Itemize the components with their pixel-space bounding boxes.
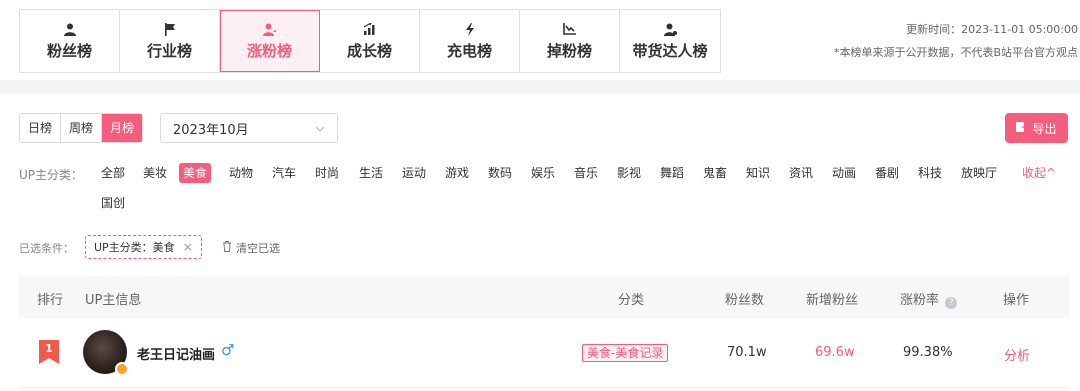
close-icon[interactable]: × [183, 240, 193, 254]
user-icon [62, 21, 78, 37]
tab-label: 行业榜 [146, 42, 192, 60]
header-fan-rate: 涨粉率 ? [900, 289, 958, 309]
selected-filter-chip: UP主分类：美食 × [85, 235, 202, 259]
tab-label: 充电榜 [446, 42, 492, 60]
period-daily-button[interactable]: 日榜 [20, 114, 62, 142]
category-life[interactable]: 生活 [355, 163, 387, 183]
up-name[interactable]: 老王日记油画 [137, 344, 215, 363]
category-all[interactable]: 全部 [97, 163, 129, 183]
tab-sales-talent[interactable]: 带货达人榜 [620, 10, 720, 72]
table-row: 1 老王日记油画 ♂ 美食-美食记录 70.1w 69.6w 99.38% 分析 [19, 318, 1069, 388]
category-film[interactable]: 影视 [613, 163, 645, 183]
header-rank: 排行 [37, 293, 64, 308]
chart-down-icon [562, 21, 578, 37]
tab-fan-loss[interactable]: 掉粉榜 [520, 10, 620, 72]
section-divider [0, 80, 1080, 94]
tab-label: 粉丝榜 [46, 42, 92, 60]
category-beauty[interactable]: 美妆 [139, 163, 171, 183]
category-dance[interactable]: 舞蹈 [656, 163, 688, 183]
category-fashion[interactable]: 时尚 [311, 163, 343, 183]
new-fans-count: 69.6w [815, 345, 855, 360]
month-value: 2023年10月 [173, 122, 249, 138]
collapse-categories-button[interactable]: 收起^ [1022, 163, 1056, 183]
category-music[interactable]: 音乐 [570, 163, 602, 183]
period-selector: 日榜 周榜 月榜 [19, 113, 144, 143]
category-kichiku[interactable]: 鬼畜 [699, 163, 731, 183]
category-label: UP主分类： [19, 168, 84, 182]
male-icon: ♂ [221, 341, 235, 359]
rank-number: 1 [45, 342, 53, 355]
tab-fan-gain[interactable]: 涨粉榜 [220, 10, 320, 72]
analyze-link[interactable]: 分析 [1004, 345, 1030, 364]
category-tag: 美食-美食记录 [582, 344, 669, 362]
tab-label: 掉粉榜 [546, 42, 592, 60]
tab-label: 涨粉榜 [246, 42, 292, 60]
ranking-tabs: 粉丝榜 行业榜 涨粉榜 成长榜 充电榜 掉粉榜 带货达人榜 [19, 9, 721, 73]
selected-conditions-label: 已选条件： [19, 242, 74, 255]
header-up-info: UP主信息 [85, 293, 142, 308]
header-fan-rate-label: 涨粉率 [900, 293, 940, 308]
category-digital[interactable]: 数码 [484, 163, 516, 183]
category-animals[interactable]: 动物 [225, 163, 257, 183]
table-header: 排行 UP主信息 分类 粉丝数 新增粉丝 涨粉率 ? 操作 [19, 276, 1069, 318]
user-up-icon [262, 21, 278, 37]
tab-growth[interactable]: 成长榜 [320, 10, 420, 72]
avatar[interactable] [83, 330, 129, 376]
tab-industry[interactable]: 行业榜 [120, 10, 220, 72]
category-cinema[interactable]: 放映厅 [957, 163, 1001, 183]
chevron-down-icon [315, 121, 325, 136]
period-monthly-button[interactable]: 月榜 [102, 114, 143, 142]
category-animation[interactable]: 动画 [828, 163, 860, 183]
lightning-icon [462, 21, 478, 37]
user-star-icon [662, 21, 678, 37]
tab-label: 带货达人榜 [632, 42, 708, 60]
category-entertainment[interactable]: 娱乐 [527, 163, 559, 183]
tab-charge[interactable]: 充电榜 [420, 10, 520, 72]
verified-badge-icon [115, 362, 129, 376]
update-time: 更新时间：2023-11-01 05:00:00 [906, 23, 1078, 36]
rank-badge-icon: 1 [39, 340, 59, 368]
fans-count: 70.1w [727, 345, 767, 360]
data-notice: *本榜单来源于公开数据，不代表B站平台官方观点 [833, 46, 1078, 59]
export-icon [1016, 121, 1029, 135]
header-action: 操作 [1003, 293, 1030, 308]
tab-label: 成长榜 [346, 42, 392, 60]
trash-icon [222, 241, 232, 255]
category-guochuang[interactable]: 国创 [97, 193, 129, 213]
tab-fans[interactable]: 粉丝榜 [20, 10, 120, 72]
growth-bars-icon [362, 21, 378, 37]
category-games[interactable]: 游戏 [441, 163, 473, 183]
header-category: 分类 [618, 293, 645, 308]
header-new-fans: 新增粉丝 [806, 293, 859, 308]
category-news[interactable]: 资讯 [785, 163, 817, 183]
fan-rate: 99.38% [903, 345, 953, 360]
chip-label: UP主分类：美食 [94, 241, 175, 254]
period-weekly-button[interactable]: 周榜 [61, 114, 103, 142]
clear-label: 清空已选 [236, 242, 280, 255]
month-select[interactable]: 2023年10月 [160, 113, 338, 143]
category-food[interactable]: 美食 [179, 163, 212, 183]
category-sports[interactable]: 运动 [398, 163, 430, 183]
header-fans: 粉丝数 [725, 293, 765, 308]
help-icon[interactable]: ? [945, 297, 958, 309]
category-tech[interactable]: 科技 [914, 163, 946, 183]
clear-selection-button[interactable]: 清空已选 [222, 240, 280, 256]
category-cars[interactable]: 汽车 [268, 163, 300, 183]
flag-icon [162, 21, 178, 37]
category-bangumi[interactable]: 番剧 [871, 163, 903, 183]
category-knowledge[interactable]: 知识 [742, 163, 774, 183]
export-label: 导出 [1032, 121, 1057, 136]
export-button[interactable]: 导出 [1005, 113, 1068, 143]
